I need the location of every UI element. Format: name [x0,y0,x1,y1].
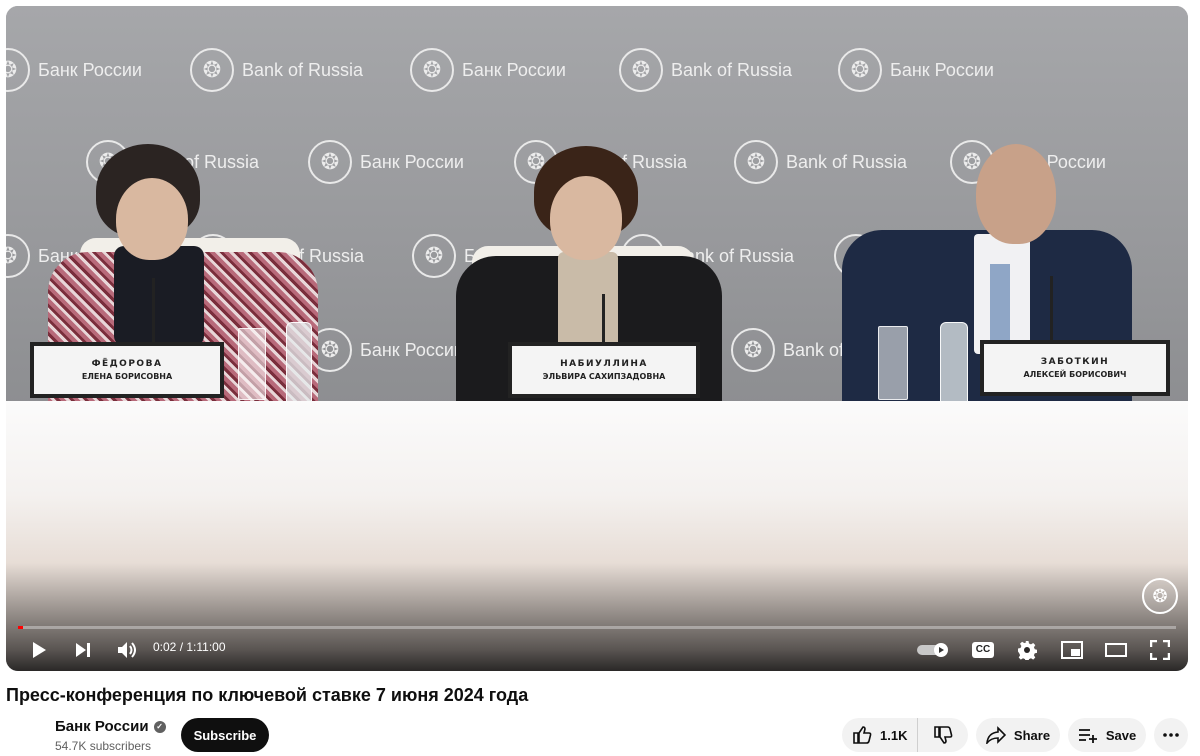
subscriber-count: 54.7K subscribers [55,739,152,753]
eagle-emblem-icon: ❂ [838,48,882,92]
progress-fill [18,626,23,629]
like-dislike-group: 1.1K [842,718,968,752]
nameplate-given-name: ЭЛЬВИРА САХИПЗАДОВНА [542,372,666,381]
eagle-emblem-icon: ❂ [731,328,775,372]
backdrop-logo: ❂Bank of Russia [734,140,907,184]
play-button[interactable] [28,639,50,661]
theater-mode-button[interactable] [1104,639,1128,661]
miniplayer-icon [1061,641,1083,659]
fullscreen-button[interactable] [1148,639,1172,661]
eagle-emblem-icon: ❂ [308,140,352,184]
water-glass [878,326,908,400]
subscribe-button[interactable]: Subscribe [181,718,269,752]
nameplate-given-name: АЛЕКСЕЙ БОРИСОВИЧ [1023,370,1127,379]
thumbs-up-icon [853,726,872,744]
nameplate-right: ЗАБОТКИН АЛЕКСЕЙ БОРИСОВИЧ [980,340,1170,396]
theater-icon [1105,643,1127,657]
nameplate-given-name: ЕЛЕНА БОРИСОВНА [81,372,173,381]
save-to-playlist-icon [1078,729,1097,743]
verified-icon: ✓ [153,720,166,733]
thumbs-down-icon [934,726,953,744]
nameplate-surname: ЗАБОТКИН [1040,357,1110,367]
eagle-emblem-icon: ❂ [6,48,30,92]
backdrop-logo: ❂Банк России [410,48,566,92]
volume-icon [118,642,136,658]
like-button[interactable]: 1.1K [842,718,918,752]
nameplate-left: ФЁДОРОВА ЕЛЕНА БОРИСОВНА [30,342,224,398]
autoplay-toggle[interactable] [914,640,954,660]
eagle-emblem-icon: ❂ [190,48,234,92]
next-icon [76,643,90,657]
speaker-left-face [116,178,188,260]
dislike-button[interactable] [918,718,968,752]
eagle-emblem-icon: ❂ [619,48,663,92]
captions-icon: CC [971,642,995,658]
share-icon [986,726,1006,744]
backdrop-logo: ❂Банк России [6,48,142,92]
backdrop-logo: ❂Банк России [308,328,464,372]
captions-button[interactable]: CC [970,639,996,661]
water-glass [238,328,266,400]
video-player[interactable]: ❂ Банк России ❂ Bank of Russia ❂ Банк Росси… [6,6,1188,671]
speaker-center-face [550,176,622,260]
save-label: Save [1105,727,1137,743]
water-bottle [286,322,312,404]
nameplate-surname: НАБИУЛЛИНА [560,359,648,369]
water-bottle [940,322,968,406]
channel-name-link[interactable]: Банк России ✓ [55,718,166,735]
more-actions-button[interactable] [1154,718,1188,752]
microphone [1050,276,1053,348]
video-title: Пресс-конференция по ключевой ставке 7 и… [6,685,529,705]
share-label: Share [1013,727,1051,743]
settings-button[interactable] [1016,639,1038,661]
channel-watermark-icon[interactable]: ❂ [1142,578,1178,614]
desk-surface [6,401,1188,671]
backdrop-logo: ❂Банк России [838,48,994,92]
backdrop-logo: ❂Bank of Russia [190,48,363,92]
fullscreen-icon [1150,640,1170,660]
eagle-emblem-icon: ❂ [734,140,778,184]
share-button[interactable]: Share [976,718,1060,752]
progress-bar[interactable] [18,626,1176,629]
more-horizontal-icon [1163,733,1179,737]
next-button[interactable] [72,639,94,661]
miniplayer-button[interactable] [1060,639,1084,661]
play-icon [33,642,46,658]
time-display: 0:02 / 1:11:00 [153,640,226,654]
speaker-right-face [976,144,1056,244]
channel-name: Банк России [55,718,149,735]
autoplay-toggle-icon [917,643,948,657]
speaker-center-scarf [558,252,618,348]
eagle-emblem-icon: ❂ [6,234,30,278]
nameplate-surname: ФЁДОРОВА [91,359,163,369]
eagle-emblem-icon: ❂ [412,234,456,278]
speaker-right-tie [990,264,1010,346]
channel-avatar[interactable] [6,714,46,754]
mute-button[interactable] [116,639,140,661]
settings-icon [1018,641,1037,660]
nameplate-center: НАБИУЛЛИНА ЭЛЬВИРА САХИПЗАДОВНА [508,342,700,398]
like-count: 1.1K [880,727,908,743]
backdrop-logo: ❂Банк России [308,140,464,184]
speaker-left-blouse [114,246,204,346]
backdrop-logo: ❂Bank of Russia [619,48,792,92]
save-button[interactable]: Save [1068,718,1146,752]
eagle-emblem-icon: ❂ [410,48,454,92]
